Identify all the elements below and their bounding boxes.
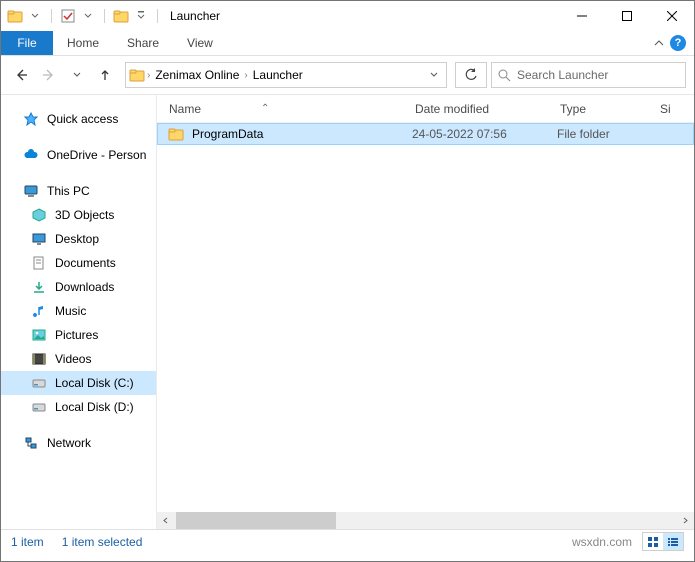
ribbon-expand-icon[interactable]	[654, 38, 664, 48]
folder-icon	[7, 8, 23, 24]
qat-dropdown-icon[interactable]	[27, 8, 43, 24]
column-date[interactable]: Date modified	[415, 102, 560, 116]
status-count: 1 item	[11, 535, 44, 549]
window-title: Launcher	[170, 9, 559, 23]
home-tab[interactable]: Home	[53, 31, 113, 55]
view-tab[interactable]: View	[173, 31, 227, 55]
forward-button[interactable]	[37, 63, 61, 87]
search-input[interactable]: Search Launcher	[491, 62, 686, 88]
folder-icon-2	[113, 8, 129, 24]
column-type[interactable]: Type	[560, 102, 660, 116]
quick-access-toolbar	[1, 8, 162, 24]
maximize-button[interactable]	[604, 1, 649, 31]
sidebar-item-quick-access[interactable]: Quick access	[1, 107, 156, 131]
sidebar-item-local-disk-c[interactable]: Local Disk (C:)	[1, 371, 156, 395]
sidebar: Quick access OneDrive - Person This PC 3…	[1, 95, 156, 529]
download-icon	[31, 279, 47, 295]
music-icon	[31, 303, 47, 319]
sidebar-item-pictures[interactable]: Pictures	[1, 323, 156, 347]
content-pane: Name ⌃ Date modified Type Si ProgramData…	[156, 95, 694, 529]
help-icon[interactable]: ?	[670, 35, 686, 51]
search-icon	[498, 69, 511, 82]
desktop-icon	[31, 231, 47, 247]
file-type: File folder	[557, 127, 657, 141]
scroll-right-icon[interactable]	[677, 512, 694, 529]
pc-icon	[23, 183, 39, 199]
objects3d-icon	[31, 207, 47, 223]
file-row[interactable]: ProgramData 24-05-2022 07:56 File folder	[157, 123, 694, 145]
breadcrumb-2[interactable]: Launcher	[249, 68, 307, 82]
drive-icon	[31, 399, 47, 415]
address-dropdown-icon[interactable]	[424, 71, 444, 79]
ribbon: File Home Share View ?	[1, 31, 694, 56]
status-bar: 1 item 1 item selected wsxdn.com	[1, 529, 694, 553]
share-tab[interactable]: Share	[113, 31, 173, 55]
videos-icon	[31, 351, 47, 367]
status-selected: 1 item selected	[62, 535, 143, 549]
search-placeholder: Search Launcher	[517, 68, 608, 82]
file-name: ProgramData	[192, 127, 263, 141]
minimize-button[interactable]	[559, 1, 604, 31]
sort-indicator-icon: ⌃	[261, 103, 269, 114]
network-icon	[23, 435, 39, 451]
recent-dropdown[interactable]	[65, 63, 89, 87]
pictures-icon	[31, 327, 47, 343]
sidebar-item-desktop[interactable]: Desktop	[1, 227, 156, 251]
nav-row: › Zenimax Online › Launcher Search Launc…	[1, 56, 694, 94]
sidebar-item-onedrive[interactable]: OneDrive - Person	[1, 143, 156, 167]
file-list[interactable]: ProgramData 24-05-2022 07:56 File folder	[157, 123, 694, 512]
address-bar[interactable]: › Zenimax Online › Launcher	[125, 62, 447, 88]
close-button[interactable]	[649, 1, 694, 31]
sidebar-item-downloads[interactable]: Downloads	[1, 275, 156, 299]
view-details-button[interactable]	[663, 533, 683, 550]
sidebar-item-3d-objects[interactable]: 3D Objects	[1, 203, 156, 227]
properties-icon[interactable]	[60, 8, 76, 24]
watermark: wsxdn.com	[572, 535, 632, 549]
folder-icon	[168, 126, 184, 142]
column-size[interactable]: Si	[660, 102, 694, 116]
column-headers: Name ⌃ Date modified Type Si	[157, 95, 694, 123]
sidebar-item-network[interactable]: Network	[1, 431, 156, 455]
sidebar-item-videos[interactable]: Videos	[1, 347, 156, 371]
view-toggle	[642, 532, 684, 551]
qat-dropdown-icon-2[interactable]	[80, 8, 96, 24]
document-icon	[31, 255, 47, 271]
view-grid-button[interactable]	[643, 533, 663, 550]
file-tab[interactable]: File	[1, 31, 53, 55]
horizontal-scrollbar[interactable]	[157, 512, 694, 529]
star-icon	[23, 111, 39, 127]
up-button[interactable]	[93, 63, 117, 87]
breadcrumb-1[interactable]: Zenimax Online	[151, 68, 243, 82]
title-bar: Launcher	[1, 1, 694, 31]
cloud-icon	[23, 147, 39, 163]
column-name[interactable]: Name ⌃	[169, 102, 415, 116]
sidebar-item-this-pc[interactable]: This PC	[1, 179, 156, 203]
folder-icon-addr	[128, 67, 146, 83]
qat-customize-icon[interactable]	[133, 8, 149, 24]
sidebar-item-music[interactable]: Music	[1, 299, 156, 323]
sidebar-item-local-disk-d[interactable]: Local Disk (D:)	[1, 395, 156, 419]
file-date: 24-05-2022 07:56	[412, 127, 557, 141]
scroll-thumb[interactable]	[176, 512, 336, 529]
drive-icon	[31, 375, 47, 391]
scroll-left-icon[interactable]	[157, 512, 174, 529]
refresh-button[interactable]	[455, 62, 487, 88]
sidebar-item-documents[interactable]: Documents	[1, 251, 156, 275]
back-button[interactable]	[9, 63, 33, 87]
